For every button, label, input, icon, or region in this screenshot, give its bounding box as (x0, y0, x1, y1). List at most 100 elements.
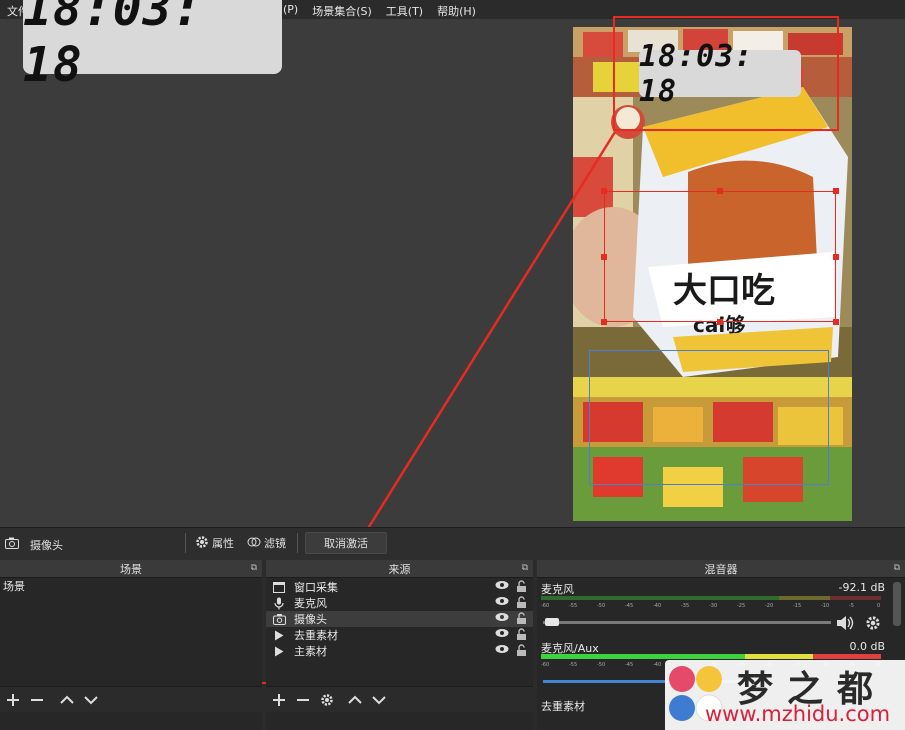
scene-item[interactable]: 场景 (0, 578, 262, 594)
meter-tick-label: 0 (877, 603, 881, 609)
resize-handle[interactable] (717, 319, 723, 325)
move-down-icon[interactable] (370, 691, 388, 709)
source-toolbar (0, 527, 905, 560)
gear-icon (195, 535, 209, 552)
meter-scale: -60-55-50-45-40-35-30-25-20-15-10-50 (541, 601, 881, 611)
source-item-main-material[interactable]: 主素材 (266, 643, 533, 659)
watermark: 梦之都 www.mzhidu.com (665, 660, 905, 730)
meter-tick-label: -55 (569, 603, 578, 609)
resize-handle[interactable] (601, 188, 607, 194)
camera-icon (5, 537, 19, 552)
move-up-icon[interactable] (346, 691, 364, 709)
watermark-url: www.mzhidu.com (705, 702, 891, 726)
audio-meter (541, 596, 881, 600)
eye-icon[interactable] (495, 580, 509, 593)
remove-icon[interactable] (28, 691, 46, 709)
move-up-icon[interactable] (58, 691, 76, 709)
scenes-dock-title: 场景 (120, 562, 142, 576)
float-icon[interactable]: ⧉ (251, 563, 257, 573)
source-item-microphone[interactable]: 麦克风 (266, 595, 533, 611)
scenes-dock-header: 场景 ⧉ (0, 560, 262, 578)
source-label: 窗口采集 (294, 581, 338, 594)
mixer-dock-header: 混音器 ⧉ (537, 560, 905, 578)
float-icon[interactable]: ⧉ (522, 563, 528, 573)
unlock-icon[interactable] (516, 628, 527, 643)
unlock-icon[interactable] (516, 596, 527, 611)
menu-item-tools[interactable]: 工具(T) (379, 3, 430, 19)
selection-box-camera[interactable] (604, 191, 836, 322)
toolbar-divider (185, 533, 186, 553)
obs-window: 文件 (P) 场景集合(S) 工具(T) 帮助(H) 大口吃 cai够 18:0… (0, 0, 905, 730)
menu-item-scene-collection[interactable]: 场景集合(S) (305, 3, 379, 19)
source-label: 摄像头 (294, 613, 327, 626)
source-label: 麦克风 (294, 597, 327, 610)
filters-label: 滤镜 (264, 537, 286, 550)
meter-tick-label: -60 (541, 603, 550, 609)
meter-tick-label: -15 (793, 603, 802, 609)
deactivate-button[interactable]: 取消激活 (305, 532, 387, 554)
meter-tick-label: -35 (681, 603, 690, 609)
toolbar-divider (297, 533, 298, 553)
clock-overlay-large: 18:03: 18 (23, 0, 282, 93)
mixer-scrollbar[interactable] (893, 582, 901, 626)
float-icon[interactable]: ⧉ (894, 563, 900, 573)
scenes-dock: 场景 ⧉ 场景 (0, 560, 262, 730)
microphone-icon (272, 597, 286, 610)
play-icon (272, 646, 286, 657)
volume-slider-handle[interactable] (545, 618, 559, 626)
resize-handle[interactable] (717, 188, 723, 194)
meter-tick-label: -30 (709, 603, 718, 609)
resize-handle[interactable] (833, 188, 839, 194)
gear-icon[interactable] (865, 615, 881, 634)
properties-button[interactable]: 属性 (195, 532, 234, 554)
source-label: 主素材 (294, 645, 327, 658)
meter-tick-label: -50 (597, 603, 606, 609)
unlock-icon[interactable] (516, 612, 527, 627)
highlight-box-clock (613, 16, 839, 131)
source-item-dedup-material[interactable]: 去重素材 (266, 627, 533, 643)
resize-handle[interactable] (833, 254, 839, 260)
remove-icon[interactable] (294, 691, 312, 709)
gear-icon[interactable] (318, 691, 336, 709)
mixer-dock-title: 混音器 (704, 562, 738, 576)
play-icon (272, 630, 286, 641)
meter-tick-label: -55 (569, 662, 578, 668)
filter-icon (247, 535, 261, 552)
audio-meter (541, 654, 881, 659)
eye-icon[interactable] (495, 644, 509, 657)
camera-icon (272, 613, 286, 625)
meter-tick-label: -60 (541, 662, 550, 668)
sources-dock-title: 来源 (388, 562, 411, 576)
resize-handle[interactable] (601, 319, 607, 325)
current-source-label: 摄像头 (30, 539, 63, 552)
meter-tick-label: -40 (653, 662, 662, 668)
eye-icon[interactable] (495, 596, 509, 609)
sources-dock-header: 来源 ⧉ (266, 560, 533, 578)
source-item-window-capture[interactable]: 窗口采集 (266, 579, 533, 595)
add-icon[interactable] (4, 691, 22, 709)
source-item-camera[interactable]: 摄像头 (266, 611, 533, 627)
meter-tick-label: -5 (849, 603, 854, 609)
mixer-track-name: 去重素材 (541, 700, 585, 713)
scenes-footer (0, 686, 262, 712)
meter-tick-label: -10 (821, 603, 830, 609)
menu-item-help[interactable]: 帮助(H) (430, 3, 483, 19)
sources-list: 窗口采集 麦克风 摄像头 去重素材 主素材 (266, 578, 533, 659)
eye-icon[interactable] (495, 612, 509, 625)
mixer-track-db: -92.1 dB (838, 581, 886, 594)
add-icon[interactable] (270, 691, 288, 709)
meter-tick-label: -50 (597, 662, 606, 668)
eye-icon[interactable] (495, 628, 509, 641)
move-down-icon[interactable] (82, 691, 100, 709)
speaker-icon[interactable] (836, 615, 854, 634)
unlock-icon[interactable] (516, 580, 527, 595)
bounding-box-source[interactable] (589, 350, 829, 485)
source-label: 去重素材 (294, 629, 338, 642)
volume-slider[interactable] (543, 621, 831, 624)
sources-footer (266, 686, 533, 712)
unlock-icon[interactable] (516, 644, 527, 659)
resize-handle[interactable] (601, 254, 607, 260)
meter-tick-label: -20 (765, 603, 774, 609)
filters-button[interactable]: 滤镜 (247, 532, 286, 554)
resize-handle[interactable] (833, 319, 839, 325)
